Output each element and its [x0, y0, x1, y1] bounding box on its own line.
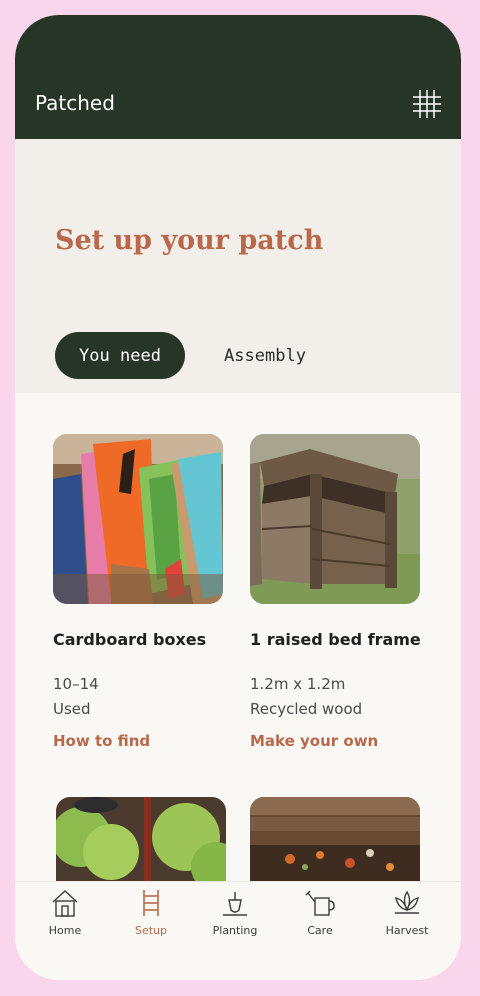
item-quantity: 1.2m x 1.2m — [250, 675, 346, 693]
nav-label: Setup — [134, 924, 168, 937]
trowel-icon — [223, 892, 247, 916]
how-to-find-link[interactable]: How to find — [53, 732, 150, 750]
ladder-icon — [143, 890, 159, 916]
phone-screen: Patched Set up your patch You need Assem… — [15, 15, 461, 980]
grid-icon[interactable] — [411, 88, 443, 120]
item-name: Cardboard boxes — [53, 630, 207, 649]
nav-home[interactable]: Home — [25, 888, 105, 937]
compost-photo — [250, 797, 420, 887]
nav-label: Harvest — [385, 924, 429, 937]
nav-setup[interactable]: Setup — [111, 888, 191, 937]
item-name: 1 raised bed frame — [250, 630, 421, 649]
hero-section: Set up your patch You need Assembly — [15, 139, 461, 393]
nav-label: Planting — [212, 924, 258, 937]
raised-bed-photo — [250, 434, 420, 604]
app-title: Patched — [35, 91, 115, 115]
nav-harvest[interactable]: Harvest — [367, 888, 447, 937]
house-icon — [52, 890, 78, 917]
nav-label: Care — [307, 924, 333, 937]
app-header: Patched — [15, 15, 461, 139]
item-quantity: 10–14 — [53, 675, 99, 693]
cardboard-boxes-photo — [53, 434, 223, 604]
lotus-icon — [395, 890, 419, 914]
item-condition: Used — [53, 700, 91, 718]
nav-planting[interactable]: Planting — [195, 888, 275, 937]
make-your-own-link[interactable]: Make your own — [250, 732, 378, 750]
nav-care[interactable]: Care — [280, 888, 360, 937]
bottom-nav: Home Setup Planting Care Harvest — [15, 881, 461, 980]
nav-label: Home — [48, 924, 82, 937]
tab-assembly[interactable]: Assembly — [205, 332, 325, 379]
tab-you-need[interactable]: You need — [55, 332, 185, 379]
watering-can-icon — [305, 890, 335, 916]
seedlings-photo — [56, 797, 226, 887]
page-title: Set up your patch — [55, 225, 324, 256]
item-condition: Recycled wood — [250, 700, 363, 718]
